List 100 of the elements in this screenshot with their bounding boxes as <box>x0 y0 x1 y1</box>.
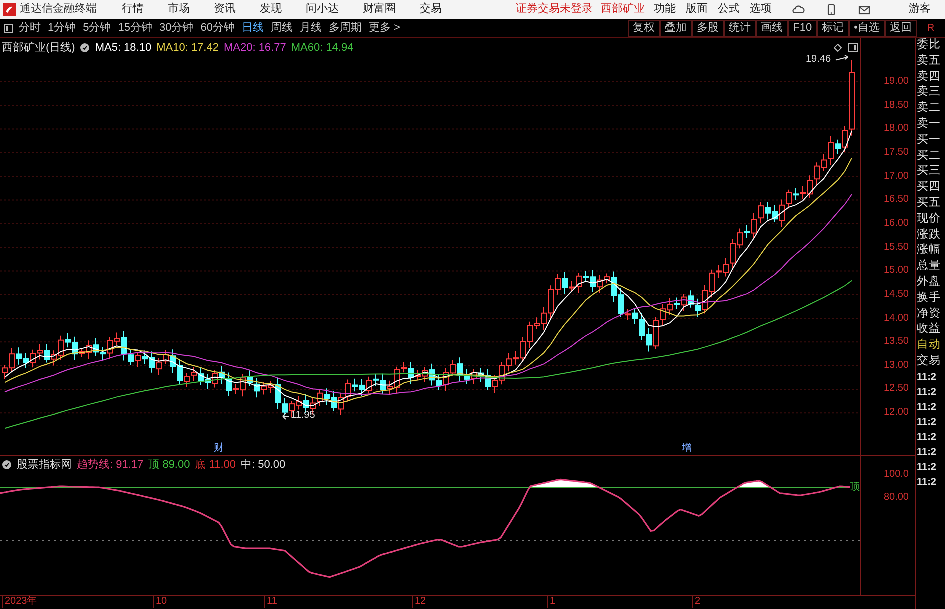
trade-time: 11:2 <box>916 460 938 475</box>
period-tab[interactable]: 周线 <box>271 20 293 36</box>
quote-field-label: 外盘 <box>916 274 942 290</box>
quote-field-label: 卖三 <box>916 85 942 100</box>
price-label: 17.50 <box>884 146 909 159</box>
quote-field-label: 买四 <box>916 180 942 196</box>
quote-field-label: 换手 <box>916 290 942 306</box>
price-label: 13.50 <box>884 336 909 348</box>
date-label: 1 <box>547 596 556 608</box>
quote-field-label: 买三 <box>916 164 942 180</box>
low-price-label: 11.95 <box>291 410 316 422</box>
trade-time: 11:2 <box>916 446 938 460</box>
trade-time: 11:2 <box>916 416 938 430</box>
quote-field-label: 买二 <box>916 148 942 164</box>
menu-item[interactable]: 公式 <box>718 1 740 18</box>
quote-field-label: 卖二 <box>916 101 942 116</box>
menu-item[interactable]: 版面 <box>686 1 708 18</box>
login-status: 证券交易未登录 <box>516 2 593 18</box>
toolbar-button[interactable]: •自选 <box>849 20 885 36</box>
menu-item[interactable]: 功能 <box>654 1 676 18</box>
period-tab[interactable]: 5分钟 <box>83 20 112 36</box>
period-tab[interactable]: 15分钟 <box>118 20 152 36</box>
quote-field-label: 交易 <box>916 354 942 369</box>
period-tab[interactable]: 60分钟 <box>200 20 235 36</box>
price-label: 14.50 <box>884 288 909 301</box>
price-label: 19.00 <box>884 76 909 88</box>
user-button[interactable]: 游客 <box>909 1 931 18</box>
period-tab[interactable]: 更多 > <box>369 20 400 36</box>
price-label: 15.50 <box>884 242 909 254</box>
price-label: 18.00 <box>884 123 909 136</box>
high-price-label: 19.46 <box>806 54 832 66</box>
period-tab[interactable]: 分时 <box>19 20 41 36</box>
cloud-icon[interactable] <box>792 4 805 16</box>
menu-item[interactable]: 发现 <box>258 1 284 18</box>
period-tab[interactable]: 30分钟 <box>160 20 194 36</box>
indicator-axis-label: 100.0 <box>884 469 909 481</box>
indicator-title: 股票指标网 <box>17 458 72 473</box>
moving-average-value: MA60: 14.94 <box>291 41 354 56</box>
menu-item[interactable]: 市场 <box>166 1 192 18</box>
menu-item[interactable]: 问小达 <box>304 1 341 18</box>
price-label: 12.50 <box>884 383 909 396</box>
quote-field-label: 卖五 <box>916 54 942 69</box>
toolbar-button[interactable]: 统计 <box>724 20 756 36</box>
event-marker[interactable]: 增 <box>682 443 692 454</box>
corner-mark: R <box>926 22 936 36</box>
threshold-label: 顶 <box>850 482 860 493</box>
period-tab[interactable]: 1分钟 <box>48 20 76 36</box>
auto-trade-link[interactable]: 自动 <box>916 338 945 354</box>
toolbar-button[interactable]: F10 <box>788 20 818 36</box>
toolbar-button[interactable]: 复权 <box>628 20 660 36</box>
price-label: 17.00 <box>884 170 909 183</box>
indicator-value: 顶 89.00 <box>148 458 190 473</box>
trade-time: 11:2 <box>916 400 938 415</box>
trade-time: 11:2 <box>916 430 938 445</box>
panel-toggle-icon[interactable] <box>848 43 858 52</box>
menu-item[interactable]: 资讯 <box>212 1 238 18</box>
date-label: 11 <box>264 596 278 608</box>
date-label: 2023年 <box>2 596 38 608</box>
menu-item[interactable]: 财富圈 <box>361 1 398 18</box>
chart-title: 西部矿业(日线) <box>2 40 76 56</box>
indicator-value: 趋势线: 91.17 <box>77 458 144 473</box>
panel-toggle-icon[interactable] <box>4 24 13 32</box>
price-label: 16.50 <box>884 194 909 206</box>
event-marker[interactable]: 财 <box>214 443 224 454</box>
price-label: 16.00 <box>884 218 909 230</box>
quote-field-label: 涨幅 <box>916 243 942 258</box>
period-tab[interactable]: 月线 <box>300 20 322 36</box>
price-label: 14.00 <box>884 312 909 324</box>
menu-item[interactable]: 选项 <box>750 1 772 18</box>
period-tab[interactable]: 日线 <box>242 20 264 36</box>
period-tab[interactable]: 多周期 <box>329 20 362 36</box>
phone-icon[interactable] <box>825 4 838 16</box>
toolbar-button[interactable]: 返回 <box>885 20 917 36</box>
moving-average-value: MA5: 18.10 <box>95 41 152 56</box>
toolbar-button[interactable]: 标记 <box>817 20 850 36</box>
quote-field-label: 涨跌 <box>916 228 942 243</box>
settings-icon[interactable] <box>80 43 90 54</box>
date-label: 12 <box>412 596 426 608</box>
app-title: 通达信金融终端 <box>20 2 98 18</box>
diamond-icon[interactable] <box>834 44 842 52</box>
high-price-leader <box>836 54 849 61</box>
quote-field-label: 买一 <box>916 132 942 148</box>
price-label: 13.00 <box>884 360 909 372</box>
indicator-value: 中: 50.00 <box>241 458 286 473</box>
toolbar-button[interactable]: 画线 <box>756 20 788 36</box>
quote-field-label: 收益 <box>916 322 942 338</box>
toolbar-button[interactable]: 叠加 <box>660 20 692 36</box>
logo-icon <box>3 3 16 16</box>
indicator-value: 底 11.00 <box>195 458 236 473</box>
trade-time: 11:2 <box>916 370 938 385</box>
settings-icon[interactable] <box>2 460 12 470</box>
quote-field-label: 现价 <box>916 212 942 227</box>
price-label: 18.50 <box>884 100 909 112</box>
stock-name: 西部矿业 <box>601 2 645 18</box>
moving-average-value: MA20: 16.77 <box>224 41 286 56</box>
menu-item[interactable]: 行情 <box>120 1 146 18</box>
trade-time: 11:2 <box>916 386 938 400</box>
mail-icon[interactable] <box>858 4 871 16</box>
toolbar-button[interactable]: 多股 <box>692 20 724 36</box>
menu-item[interactable]: 交易 <box>418 1 444 18</box>
